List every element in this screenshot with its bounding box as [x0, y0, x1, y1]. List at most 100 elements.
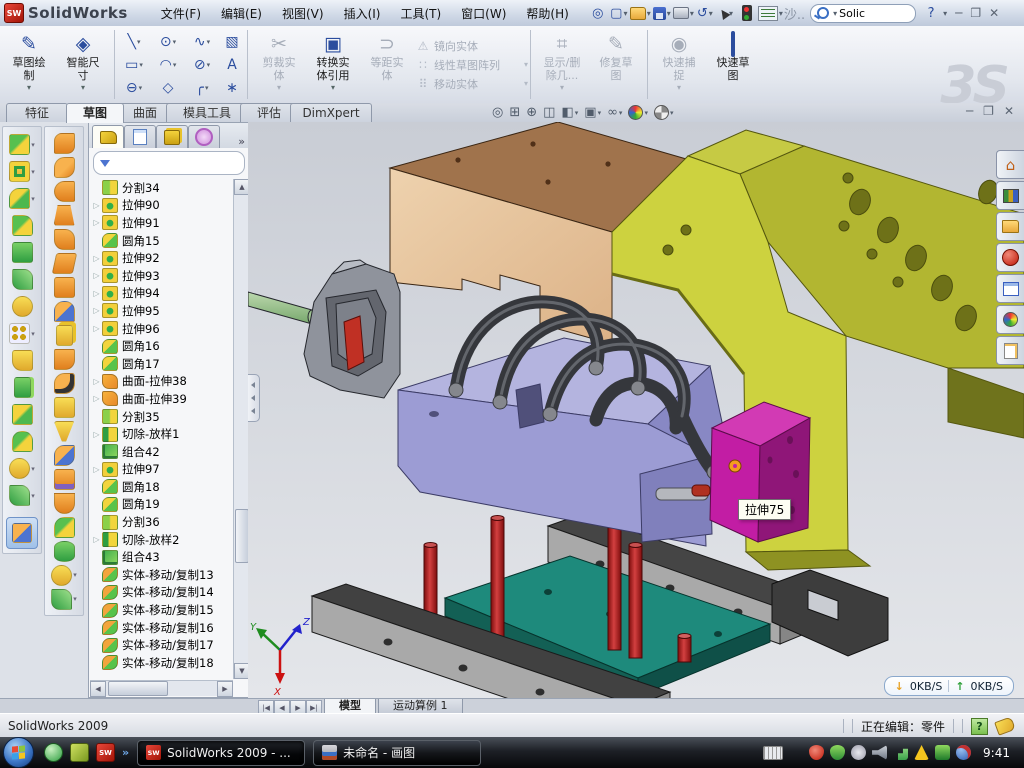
menu-help[interactable]: 帮助(H)	[517, 2, 577, 25]
polygon-tool[interactable]: ◇	[151, 76, 185, 99]
view-palette-tab[interactable]	[996, 274, 1024, 303]
point-tool[interactable]: ∗	[219, 76, 245, 99]
trim-entities-button[interactable]: ✂ 剪裁实体 ▾	[252, 29, 306, 100]
freeform-button[interactable]	[54, 227, 75, 251]
sketch-button[interactable]: ✎ 草图绘制 ▾	[2, 29, 56, 100]
help-button[interactable]: ?	[921, 3, 941, 23]
draft-button[interactable]	[12, 266, 33, 293]
tab-mold-tools[interactable]: 模具工具	[166, 103, 248, 122]
tree-item[interactable]: ▷切除-放样2	[91, 531, 233, 549]
feature-manager-tab[interactable]	[92, 125, 124, 148]
dimxpert-manager-tab[interactable]	[188, 125, 220, 148]
panel-splitter-handle[interactable]	[248, 374, 260, 422]
volume-icon[interactable]	[872, 745, 887, 760]
red-insert[interactable]	[344, 316, 364, 370]
quick-snaps-button[interactable]: ◉ 快速捕捉 ▾	[652, 29, 706, 100]
tree-item[interactable]: 圆角17	[91, 355, 233, 373]
move-copy-body-button[interactable]	[54, 443, 75, 467]
fillet-button[interactable]: ▾	[9, 185, 35, 212]
doc-restore-button[interactable]: ❐	[983, 104, 994, 118]
tree-item[interactable]: 圆角15	[91, 232, 233, 250]
menu-insert[interactable]: 插入(I)	[335, 2, 390, 25]
network-icon[interactable]	[893, 745, 908, 760]
doc-minimize-button[interactable]: ─	[966, 104, 973, 118]
swept-boss-button[interactable]	[54, 179, 75, 203]
sketch-text-tool[interactable]: A	[219, 53, 245, 76]
tree-item[interactable]: 分割34	[91, 179, 233, 197]
messenger-icon[interactable]	[44, 743, 63, 762]
rib-button[interactable]	[12, 347, 33, 374]
keyboard-layout-icon[interactable]	[763, 746, 783, 760]
tab-sketch[interactable]: 草图	[66, 103, 124, 123]
tree-item[interactable]: ▷拉伸94	[91, 285, 233, 303]
panel-tabs-overflow-icon[interactable]: »	[238, 135, 245, 148]
rectangle-tool[interactable]: ▭▾	[117, 53, 151, 76]
graphics-viewport[interactable]: Y Z X 拉伸75 ⌂ ↓ 0KB/S ↑ 0KB/S	[248, 122, 1024, 698]
design-library-tab[interactable]	[996, 181, 1024, 210]
zoom-to-area-icon[interactable]: ⊞	[509, 105, 520, 120]
tree-item[interactable]: 组合42	[91, 443, 233, 461]
help-dropdown-icon[interactable]: ▾	[943, 9, 947, 18]
apply-scene-icon[interactable]: ▾	[654, 105, 674, 120]
security-alert-icon[interactable]	[809, 745, 824, 760]
linear-pattern-button[interactable]: ▾	[9, 320, 35, 347]
tree-item[interactable]: ▷拉伸90	[91, 197, 233, 215]
move-entities-button[interactable]: ⠿ 移动实体 ▾	[416, 75, 528, 92]
delete-body-button[interactable]	[54, 371, 75, 395]
revolved-boss-button[interactable]	[54, 155, 75, 179]
configuration-manager-tab[interactable]	[156, 125, 188, 148]
indent-button[interactable]	[54, 467, 75, 491]
hole-wizard-button[interactable]	[12, 293, 33, 320]
undo-button[interactable]: ↺▾	[695, 3, 715, 23]
taskbar-clock[interactable]: 9:41	[983, 746, 1010, 760]
reference-geometry-button[interactable]: ▾	[9, 455, 35, 482]
box-select-tool[interactable]: ▧	[219, 30, 245, 53]
curves-button[interactable]: ▾	[9, 482, 35, 509]
antivirus-icon[interactable]	[70, 743, 89, 762]
ellipse-tool[interactable]: ⊘▾	[185, 53, 219, 76]
offset-entities-button[interactable]: ⊃ 等距实体	[360, 29, 414, 100]
scroll-left-icon[interactable]: ◀	[90, 681, 106, 697]
certificate-icon[interactable]	[851, 745, 866, 760]
hole-button[interactable]: ▾	[51, 563, 77, 587]
tree-item[interactable]: ▷拉伸93	[91, 267, 233, 285]
minimize-button[interactable]: ─	[955, 6, 962, 20]
view-orientation-icon[interactable]: ▣▾	[584, 105, 601, 120]
file-explorer-tab[interactable]	[996, 212, 1024, 241]
rapid-sketch-button[interactable]: 快速草图	[706, 29, 760, 100]
tree-item[interactable]: ▷曲面-拉伸39	[91, 390, 233, 408]
magnified-selection-icon[interactable]: ⊕	[526, 105, 537, 120]
display-style-icon[interactable]: ◧▾	[561, 105, 578, 120]
taskbar-task-paint[interactable]: 未命名 - 画图	[313, 740, 481, 766]
menu-tools[interactable]: 工具(T)	[391, 2, 450, 25]
tree-item[interactable]: 实体-移动/复制17	[91, 636, 233, 654]
knit-surface-button[interactable]	[54, 515, 75, 539]
instant3d-button[interactable]	[6, 517, 38, 549]
dropdown-icon[interactable]: ▾	[524, 60, 528, 69]
open-document-button[interactable]: ▾	[630, 3, 651, 23]
tree-item[interactable]: 实体-移动/复制15	[91, 601, 233, 619]
chamfer-button[interactable]	[12, 212, 33, 239]
magenta-block[interactable]	[710, 402, 810, 542]
tree-item[interactable]: 圆角19	[91, 496, 233, 514]
scroll-right-icon[interactable]: ▶	[217, 681, 233, 697]
motion-study-tab[interactable]: 运动算例 1	[378, 699, 463, 714]
tree-horizontal-scrollbar[interactable]: ◀ ▶	[90, 680, 233, 696]
status-help-icon[interactable]: ?	[971, 718, 988, 735]
security-shield-icon[interactable]	[830, 745, 845, 760]
mirror-button[interactable]	[14, 374, 31, 401]
dropdown-icon[interactable]: ▾	[27, 83, 31, 92]
tree-item[interactable]: 实体-移动/复制13	[91, 566, 233, 584]
cylinder-button[interactable]	[54, 539, 75, 563]
custom-properties-tab[interactable]	[996, 336, 1024, 365]
section-view-icon[interactable]: ◫	[543, 105, 555, 120]
options-button[interactable]: ▾	[758, 3, 783, 23]
mirror-entities-button[interactable]: ⚠ 镜向实体	[416, 37, 528, 54]
linear-sketch-pattern-button[interactable]: ∷ 线性草图阵列 ▾	[416, 56, 528, 73]
dome-button[interactable]	[12, 428, 33, 455]
tree-item[interactable]: 组合43	[91, 548, 233, 566]
solidworks-resources-tab[interactable]: ⌂	[996, 150, 1024, 179]
save-button[interactable]: ▾	[652, 3, 672, 23]
tree-item[interactable]: 实体-移动/复制14	[91, 584, 233, 602]
tree-item[interactable]: ▷拉伸96	[91, 320, 233, 338]
